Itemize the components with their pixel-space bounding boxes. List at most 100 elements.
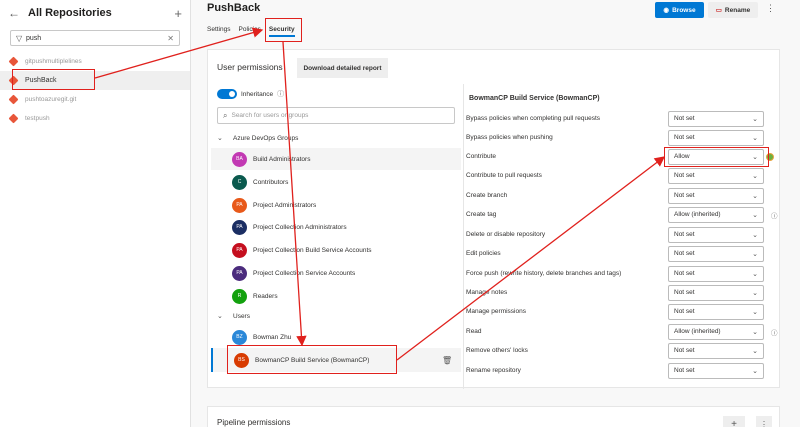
browse-label: Browse xyxy=(672,6,696,14)
tab-settings[interactable]: Settings xyxy=(207,26,231,37)
more-options-icon[interactable]: ⋮ xyxy=(766,3,775,14)
rename-button[interactable]: ▭ Rename xyxy=(708,2,758,18)
info-icon[interactable]: ⓘ xyxy=(771,327,778,337)
permission-row: Read Allow (inherited) ⌄ ⓘ xyxy=(466,322,781,341)
identity-name: Build Administrators xyxy=(253,155,311,163)
identity-item[interactable]: PA Project Administrators xyxy=(211,194,461,216)
repositories-sidebar: ← All Repositories + ▽ push ✕ gitpushmul… xyxy=(0,0,191,427)
inheritance-toggle[interactable] xyxy=(217,89,237,99)
card-title: User permissions xyxy=(217,62,283,72)
permission-dropdown[interactable]: Not set ⌄ xyxy=(668,129,764,146)
git-repo-icon xyxy=(8,56,19,67)
info-icon[interactable]: ⓘ xyxy=(771,210,778,220)
groups-section-header[interactable]: ⌄ Azure DevOps Groups xyxy=(217,134,299,143)
git-repo-icon xyxy=(8,94,19,105)
clear-filter-icon[interactable]: ✕ xyxy=(167,34,174,43)
search-placeholder: Search for users or groups xyxy=(231,112,309,119)
identity-name: Project Collection Service Accounts xyxy=(253,269,356,277)
identity-item[interactable]: C Contributors xyxy=(211,171,461,193)
permission-value: Not set xyxy=(674,115,695,122)
identity-item[interactable]: R Readers xyxy=(211,285,461,307)
permission-dropdown[interactable]: Not set ⌄ xyxy=(668,265,764,282)
chevron-down-icon: ⌄ xyxy=(752,115,758,123)
permission-row: Bypass policies when completing pull req… xyxy=(466,109,781,128)
permission-dropdown[interactable]: Allow (inherited) ⌄ xyxy=(668,323,764,340)
chevron-down-icon: ⌄ xyxy=(752,192,758,200)
permission-value: Not set xyxy=(674,231,695,238)
permission-label: Contribute xyxy=(466,153,496,160)
annotation-box-security-tab xyxy=(265,18,302,42)
permission-value: Not set xyxy=(674,347,695,354)
permission-label: Force push (rewrite history, delete bran… xyxy=(466,270,622,277)
chevron-down-icon: ⌄ xyxy=(217,135,223,142)
users-section-header[interactable]: ⌄ Users xyxy=(217,312,250,321)
chevron-down-icon: ⌄ xyxy=(752,231,758,239)
permission-dropdown[interactable]: Not set ⌄ xyxy=(668,284,764,301)
identity-item[interactable]: PA Project Collection Administrators xyxy=(211,216,461,238)
permission-row: Remove others' locks Not set ⌄ xyxy=(466,341,781,360)
card-title: Pipeline permissions xyxy=(217,418,291,427)
permission-label: Read xyxy=(466,328,482,335)
permission-row: Manage permissions Not set ⌄ xyxy=(466,302,781,321)
identity-name: Bowman Zhu xyxy=(253,333,292,341)
permission-dropdown[interactable]: Not set ⌄ xyxy=(668,110,764,127)
permission-dropdown[interactable]: Not set ⌄ xyxy=(668,245,764,262)
avatar: BA xyxy=(232,151,247,167)
chevron-down-icon: ⌄ xyxy=(752,347,758,355)
avatar: PA xyxy=(232,197,247,213)
identity-item[interactable]: PA Project Collection Build Service Acco… xyxy=(211,239,461,261)
panel-divider xyxy=(463,84,464,389)
repo-item[interactable]: pushtoazuregit.git xyxy=(0,90,190,109)
git-repo-icon xyxy=(8,113,19,124)
repo-item[interactable]: testpush xyxy=(0,109,190,128)
back-arrow-icon[interactable]: ← xyxy=(8,6,22,20)
trash-icon[interactable]: 🗑 xyxy=(442,356,452,365)
annotation-box-repo xyxy=(12,69,95,90)
permission-row: Manage notes Not set ⌄ xyxy=(466,283,781,302)
download-report-button[interactable]: Download detailed report xyxy=(297,58,388,78)
permission-dropdown[interactable]: Not set ⌄ xyxy=(668,226,764,243)
more-options-icon[interactable]: ⋮ xyxy=(756,416,772,427)
search-icon: ⌕ xyxy=(223,110,228,120)
identity-item[interactable]: PA Project Collection Service Accounts xyxy=(211,262,461,284)
groups-header-label: Azure DevOps Groups xyxy=(233,134,299,142)
permission-dropdown[interactable]: Not set ⌄ xyxy=(668,362,764,379)
inheritance-toggle-row: Inheritance ⓘ xyxy=(217,89,284,99)
repository-filter[interactable]: ▽ push ✕ xyxy=(10,30,180,46)
permission-dropdown[interactable]: Not set ⌄ xyxy=(668,187,764,204)
permission-value: Not set xyxy=(674,367,695,374)
identity-search-input[interactable]: ⌕ Search for users or groups xyxy=(217,107,455,124)
chevron-down-icon: ⌄ xyxy=(752,134,758,142)
repo-label: testpush xyxy=(25,115,50,122)
permission-label: Manage notes xyxy=(466,289,508,296)
avatar: PA xyxy=(232,242,247,258)
permission-row: Bypass policies when pushing Not set ⌄ xyxy=(466,128,781,147)
chevron-down-icon: ⌄ xyxy=(752,270,758,278)
avatar: PA xyxy=(232,265,247,281)
permission-label: Manage permissions xyxy=(466,308,526,315)
tab-policies[interactable]: Policies xyxy=(239,26,261,37)
identity-name: Readers xyxy=(253,292,278,300)
page-title: PushBack xyxy=(207,2,261,14)
permission-dropdown[interactable]: Not set ⌄ xyxy=(668,342,764,359)
permission-label: Bypass policies when completing pull req… xyxy=(466,115,601,122)
add-icon[interactable]: + xyxy=(723,416,745,427)
permission-dropdown[interactable]: Not set ⌄ xyxy=(668,167,764,184)
permission-dropdown[interactable]: Not set ⌄ xyxy=(668,303,764,320)
permission-value: Not set xyxy=(674,289,695,296)
permission-row: Create tag Allow (inherited) ⌄ ⓘ xyxy=(466,205,781,224)
identity-name: Project Collection Build Service Account… xyxy=(253,246,372,254)
permission-dropdown[interactable]: Allow (inherited) ⌄ xyxy=(668,206,764,223)
permission-value: Not set xyxy=(674,134,695,141)
chevron-down-icon: ⌄ xyxy=(752,211,758,219)
chevron-down-icon: ⌄ xyxy=(752,172,758,180)
permission-value: Not set xyxy=(674,250,695,257)
permission-row: Contribute to pull requests Not set ⌄ xyxy=(466,166,781,185)
filter-value[interactable]: push xyxy=(26,35,167,42)
permission-value: Not set xyxy=(674,308,695,315)
browse-button[interactable]: ◉ Browse xyxy=(655,2,704,18)
info-icon[interactable]: ⓘ xyxy=(277,89,284,99)
permission-row: Delete or disable repository Not set ⌄ xyxy=(466,225,781,244)
identity-item[interactable]: BA Build Administrators xyxy=(211,148,461,170)
add-repository-icon[interactable]: + xyxy=(174,6,182,21)
